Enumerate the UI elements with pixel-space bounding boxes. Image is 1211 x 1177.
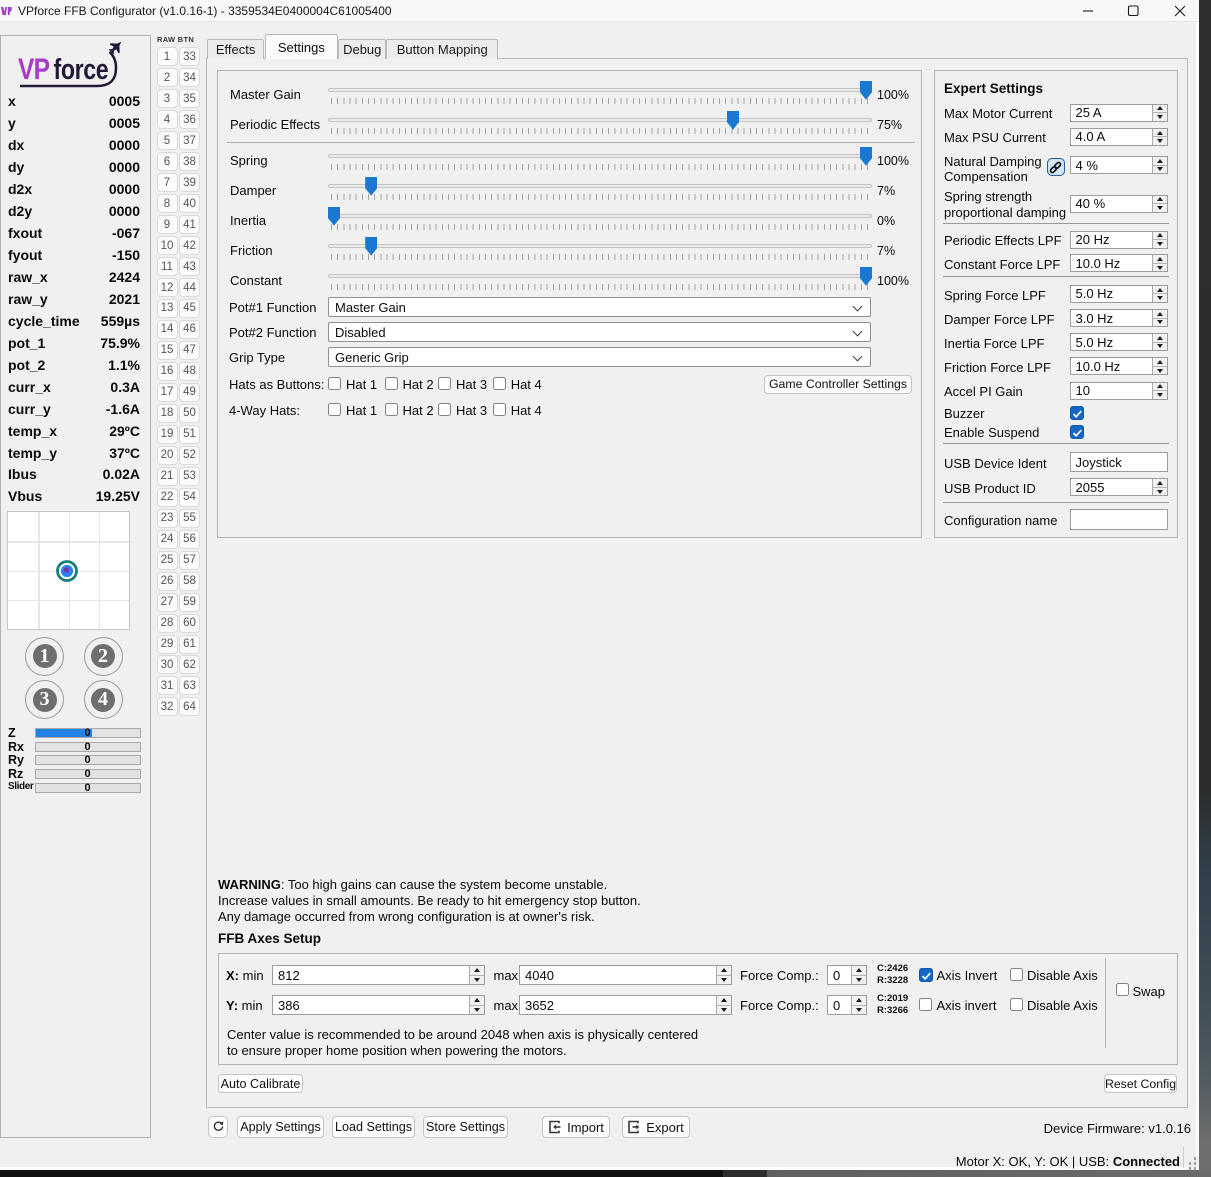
svg-text:VP: VP xyxy=(18,52,50,86)
svg-text:force: force xyxy=(54,52,109,85)
